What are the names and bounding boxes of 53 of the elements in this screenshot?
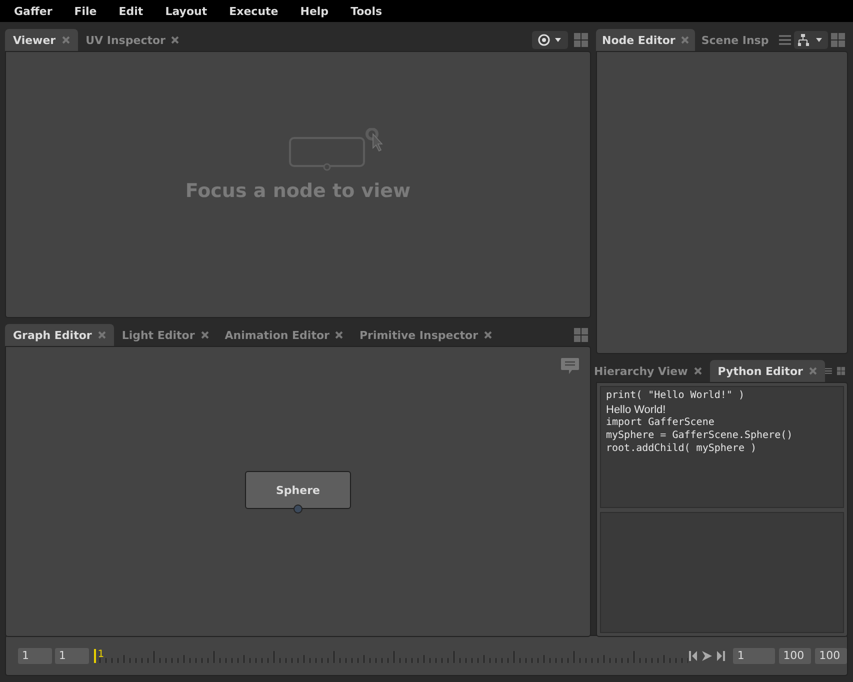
close-icon[interactable]: [694, 367, 702, 375]
tab[interactable]: Primitive Inspector: [351, 324, 500, 346]
frame-field[interactable]: 1: [733, 648, 776, 664]
frame-slider[interactable]: 1: [94, 646, 686, 664]
close-icon[interactable]: [171, 36, 180, 44]
layout-icon[interactable]: [836, 364, 845, 378]
menu-icon[interactable]: [824, 366, 832, 376]
target-dropdown[interactable]: [532, 31, 568, 49]
tab[interactable]: Viewer: [5, 29, 78, 51]
tab[interactable]: Light Editor: [114, 324, 217, 346]
menu-item[interactable]: Execute: [229, 4, 278, 18]
comment-icon[interactable]: [560, 357, 580, 375]
output-line: print( "Hello World!" ): [606, 389, 746, 402]
output-plug[interactable]: [293, 504, 303, 514]
layout-icon[interactable]: [574, 33, 588, 47]
menu-item[interactable]: File: [74, 4, 97, 18]
tab[interactable]: Graph Editor: [5, 324, 114, 346]
menu-item[interactable]: Help: [300, 4, 329, 18]
layout-icon[interactable]: [831, 33, 845, 47]
menu-item[interactable]: Gaffer: [14, 4, 52, 18]
output-line: root.addChild( mySphere ): [606, 442, 758, 455]
tab[interactable]: UV Inspector: [78, 29, 188, 51]
frame-field[interactable]: 100: [779, 648, 812, 664]
play-icon[interactable]: [702, 650, 712, 660]
frame-field[interactable]: 1: [54, 648, 89, 664]
tab[interactable]: Scene Insp: [695, 29, 775, 51]
menu-item[interactable]: Tools: [350, 4, 382, 18]
output-line: mySphere = GafferScene.Sphere(): [606, 429, 794, 442]
tab[interactable]: Python Editor: [710, 360, 825, 382]
layout-icon[interactable]: [574, 328, 588, 342]
tab[interactable]: Node Editor: [596, 29, 696, 51]
close-icon[interactable]: [62, 36, 70, 44]
close-icon[interactable]: [484, 331, 492, 339]
close-icon[interactable]: [335, 331, 344, 339]
menu-item[interactable]: Edit: [118, 4, 144, 18]
output-line: import GafferScene: [606, 416, 716, 429]
close-icon[interactable]: [98, 331, 106, 339]
skip-start-icon[interactable]: [689, 650, 698, 660]
output-line: Hello World!: [606, 405, 667, 416]
menu-item[interactable]: Layout: [165, 4, 208, 18]
close-icon[interactable]: [681, 36, 690, 44]
playhead[interactable]: [94, 648, 96, 662]
close-icon[interactable]: [808, 367, 817, 375]
hierarchy-dropdown[interactable]: [794, 31, 828, 49]
skip-end-icon[interactable]: [717, 650, 726, 660]
menu-icon[interactable]: [779, 35, 791, 45]
frame-field[interactable]: 100: [815, 648, 847, 664]
frame-field[interactable]: 1: [18, 648, 52, 664]
graph-node[interactable]: Sphere: [245, 471, 351, 509]
tab[interactable]: Animation Editor: [216, 324, 352, 346]
tab[interactable]: Hierarchy View: [594, 360, 710, 382]
current-frame: 1: [98, 648, 104, 660]
close-icon[interactable]: [200, 331, 209, 339]
